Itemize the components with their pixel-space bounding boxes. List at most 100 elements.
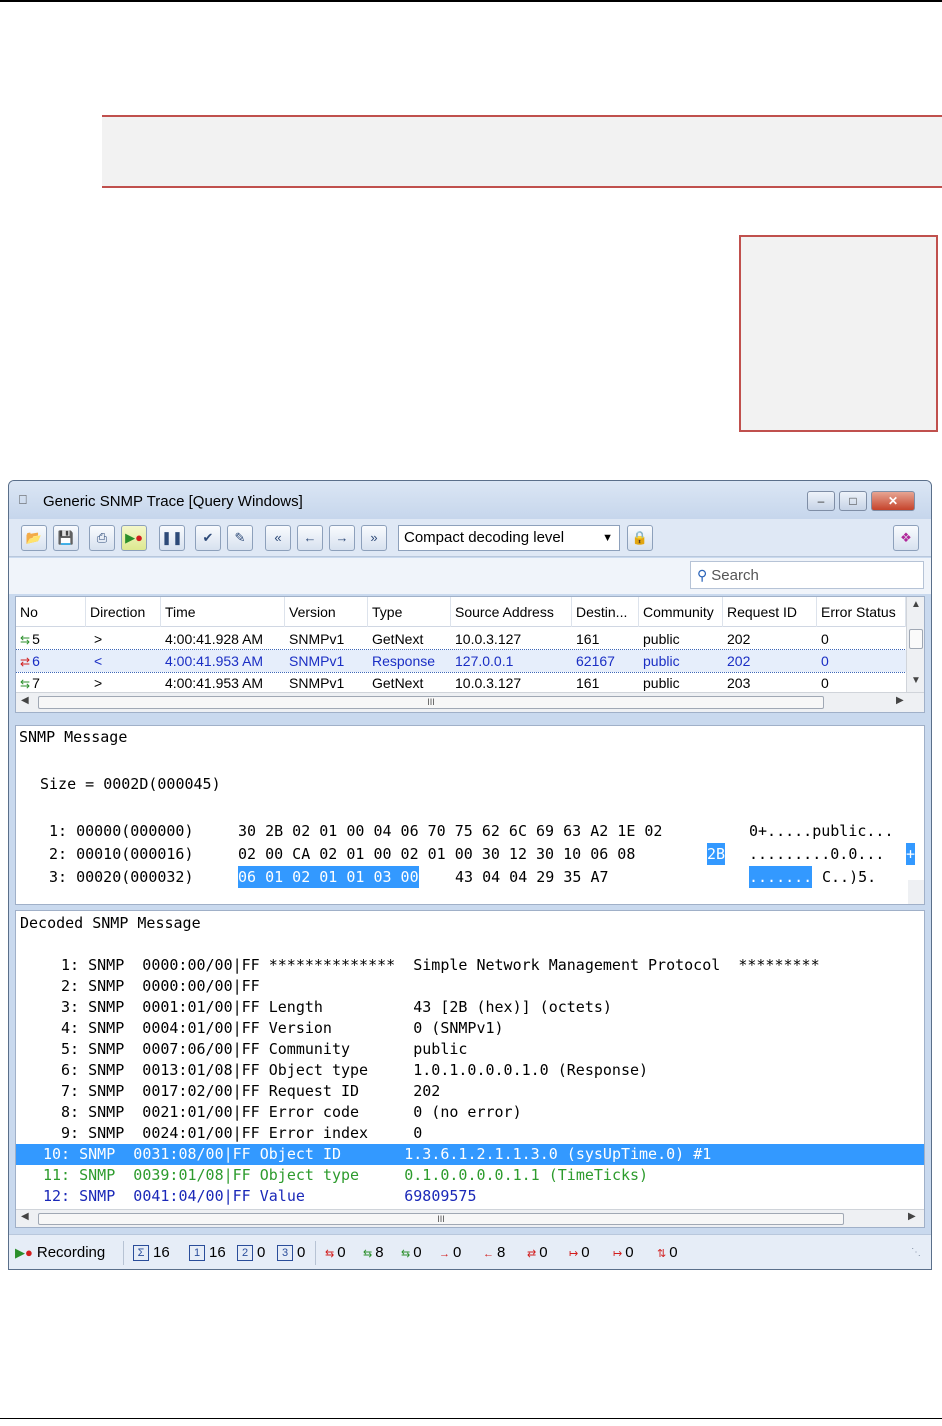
print-icon[interactable]: ⎙ bbox=[89, 525, 115, 551]
getnext-icon: ⇆ bbox=[363, 1248, 373, 1260]
scroll-thumb[interactable] bbox=[909, 629, 923, 649]
hex-line-prefix: 1: 00000(000000) bbox=[49, 822, 194, 840]
decoded-line[interactable]: 2: SNMP 0000:00/00|FF bbox=[16, 976, 924, 997]
decoded-pane-title: Decoded SNMP Message bbox=[20, 914, 201, 932]
row-type: Response bbox=[372, 653, 436, 669]
decoded-line[interactable]: 5: SNMP 0007:06/00|FF Community public bbox=[16, 1039, 924, 1060]
scroll-right-icon[interactable]: ▶ bbox=[908, 1211, 916, 1222]
snmpv1-icon: 1 bbox=[189, 1245, 205, 1262]
request-arrow-icon: ⇆ bbox=[20, 633, 31, 647]
column-header-no[interactable]: No bbox=[16, 597, 86, 627]
row-time: 4:00:41.953 AM bbox=[165, 675, 264, 691]
trapv2-icon: ↦ bbox=[613, 1248, 623, 1260]
v2-value: 0 bbox=[257, 1244, 266, 1261]
decoding-level-select[interactable]: Compact decoding level ▼ bbox=[398, 525, 620, 551]
title-bar[interactable]: ⎕ Generic SNMP Trace [Query Windows] – □… bbox=[9, 481, 931, 519]
decoded-message-pane[interactable]: Decoded SNMP Message 1: SNMP 0000:00/00|… bbox=[15, 910, 925, 1228]
search-input[interactable]: ⚲ Search bbox=[690, 561, 924, 589]
column-header-destination[interactable]: Destin... bbox=[572, 597, 639, 627]
row-no: 7 bbox=[32, 675, 40, 691]
record-dot-icon: ● bbox=[25, 1245, 33, 1260]
row-direction: > bbox=[94, 675, 103, 691]
minimize-button[interactable]: – bbox=[807, 491, 835, 511]
grid-horizontal-scrollbar[interactable]: ◀ III ▶ bbox=[16, 692, 924, 712]
row-direction: > bbox=[94, 631, 103, 647]
clear-icon[interactable]: ✔ bbox=[195, 525, 221, 551]
pause-icon[interactable]: ❚❚ bbox=[159, 525, 185, 551]
set-count: ⇆ 0 bbox=[401, 1243, 422, 1263]
scroll-up-icon[interactable]: ▲ bbox=[907, 599, 924, 610]
getbulk-value: 0 bbox=[539, 1244, 548, 1261]
column-header-error-status[interactable]: Error Status bbox=[817, 597, 906, 627]
table-row[interactable]: ⇆ 7 > 4:00:41.953 AM SNMPv1 GetNext 10.0.… bbox=[16, 672, 906, 694]
hex-line-ascii: 0+.....public... bbox=[749, 822, 894, 840]
decoded-line[interactable]: 4: SNMP 0004:01/00|FF Version 0 (SNMPv1) bbox=[16, 1018, 924, 1039]
maximize-button[interactable]: □ bbox=[839, 491, 867, 511]
row-community: public bbox=[643, 653, 680, 669]
close-button[interactable]: ✕ bbox=[871, 491, 915, 511]
decoded-line[interactable]: 12: SNMP 0041:04/00|FF Value 69809575 bbox=[16, 1186, 924, 1207]
decoded-line[interactable]: 7: SNMP 0017:02/00|FF Request ID 202 bbox=[16, 1081, 924, 1102]
scroll-down-icon[interactable]: ▼ bbox=[907, 675, 924, 686]
report-value: 0 bbox=[669, 1244, 678, 1261]
decoded-line[interactable]: 1: SNMP 0000:00/00|FF ************** Sim… bbox=[16, 955, 924, 976]
decoded-line[interactable]: 6: SNMP 0013:01/08|FF Object type 1.0.1.… bbox=[16, 1060, 924, 1081]
hex-line-ascii: C..)5. bbox=[822, 868, 877, 886]
decoded-line[interactable]: 11: SNMP 0039:01/08|FF Object type 0.1.0… bbox=[16, 1165, 924, 1186]
inform-count: ↦ 0 bbox=[569, 1243, 590, 1263]
open-icon[interactable]: 📂 bbox=[21, 525, 47, 551]
response-icon: ← bbox=[483, 1248, 494, 1260]
decoded-line-selected[interactable]: 10: SNMP 0031:08/00|FF Object ID 1.3.6.1… bbox=[16, 1144, 924, 1165]
column-header-community[interactable]: Community bbox=[639, 597, 723, 627]
snmpv2-icon: 2 bbox=[237, 1245, 253, 1262]
column-header-direction[interactable]: Direction bbox=[86, 597, 161, 627]
snmp-trace-window: ⎕ Generic SNMP Trace [Query Windows] – □… bbox=[8, 480, 932, 1270]
table-row[interactable]: ⇆ 5 > 4:00:41.928 AM SNMPv1 GetNext 10.0.… bbox=[16, 628, 906, 650]
save-icon[interactable]: 💾 bbox=[53, 525, 79, 551]
hex-line-bytes: 43 04 04 29 35 A7 bbox=[455, 868, 609, 886]
v1-value: 16 bbox=[209, 1244, 226, 1261]
table-row-selected[interactable]: ⇄ 6 < 4:00:41.953 AM SNMPv1 Response 127.… bbox=[16, 649, 907, 673]
report-count: ⇅ 0 bbox=[657, 1243, 678, 1263]
response-count: ← 8 bbox=[483, 1243, 505, 1263]
column-header-source[interactable]: Source Address bbox=[451, 597, 572, 627]
column-header-time[interactable]: Time bbox=[161, 597, 285, 627]
decoded-line[interactable]: 9: SNMP 0024:01/00|FF Error index 0 bbox=[16, 1123, 924, 1144]
lock-icon[interactable]: 🔒 bbox=[627, 525, 653, 551]
properties-icon[interactable]: ✎ bbox=[227, 525, 253, 551]
column-header-request-id[interactable]: Request ID bbox=[723, 597, 817, 627]
previous-icon[interactable]: ← bbox=[297, 525, 323, 551]
hex-dump-pane[interactable]: SNMP Message Size = 0002D(000045) 1: 000… bbox=[15, 725, 925, 905]
decoded-line[interactable]: 8: SNMP 0021:01/00|FF Error code 0 (no e… bbox=[16, 1102, 924, 1123]
scroll-right-icon[interactable]: ▶ bbox=[896, 695, 904, 706]
record-icon[interactable]: ▶● bbox=[121, 525, 147, 551]
getnext-value: 8 bbox=[375, 1244, 384, 1261]
recording-label: Recording bbox=[36, 1244, 106, 1261]
toolbar: 📂 💾 ⎙ ▶● ❚❚ ✔ ✎ « ← → » Compact decoding… bbox=[9, 519, 931, 557]
trapv2-value: 0 bbox=[625, 1244, 634, 1261]
row-destination: 161 bbox=[576, 675, 600, 691]
resize-grip-icon[interactable]: ⋱ bbox=[911, 1243, 921, 1263]
decoded-line[interactable]: 3: SNMP 0001:01/00|FF Length 43 [2B (hex… bbox=[16, 997, 924, 1018]
first-icon[interactable]: « bbox=[265, 525, 291, 551]
filter-icon[interactable]: ❖ bbox=[893, 525, 919, 551]
scroll-left-icon[interactable]: ◀ bbox=[21, 1211, 29, 1222]
scroll-thumb[interactable]: III bbox=[38, 1213, 844, 1225]
decoded-horizontal-scrollbar[interactable]: ◀ III ▶ bbox=[16, 1209, 924, 1227]
scroll-left-icon[interactable]: ◀ bbox=[21, 695, 29, 706]
hex-pane-title: SNMP Message bbox=[19, 728, 128, 746]
hex-size-line: Size = 0002D(000045) bbox=[40, 775, 221, 793]
recording-status[interactable]: ▶● Recording bbox=[15, 1243, 105, 1263]
grid-vertical-scrollbar[interactable]: ▲ ▼ bbox=[906, 597, 924, 692]
get-icon: ⇆ bbox=[325, 1248, 335, 1260]
v2-count: 20 bbox=[237, 1243, 265, 1263]
scroll-thumb[interactable]: III bbox=[38, 696, 824, 709]
search-icon: ⚲ bbox=[697, 567, 708, 583]
column-header-version[interactable]: Version bbox=[285, 597, 368, 627]
row-source: 10.0.3.127 bbox=[455, 675, 522, 691]
column-header-type[interactable]: Type bbox=[368, 597, 451, 627]
next-icon[interactable]: → bbox=[329, 525, 355, 551]
row-destination: 161 bbox=[576, 631, 600, 647]
last-icon[interactable]: » bbox=[361, 525, 387, 551]
trap-count: → 0 bbox=[439, 1243, 461, 1263]
